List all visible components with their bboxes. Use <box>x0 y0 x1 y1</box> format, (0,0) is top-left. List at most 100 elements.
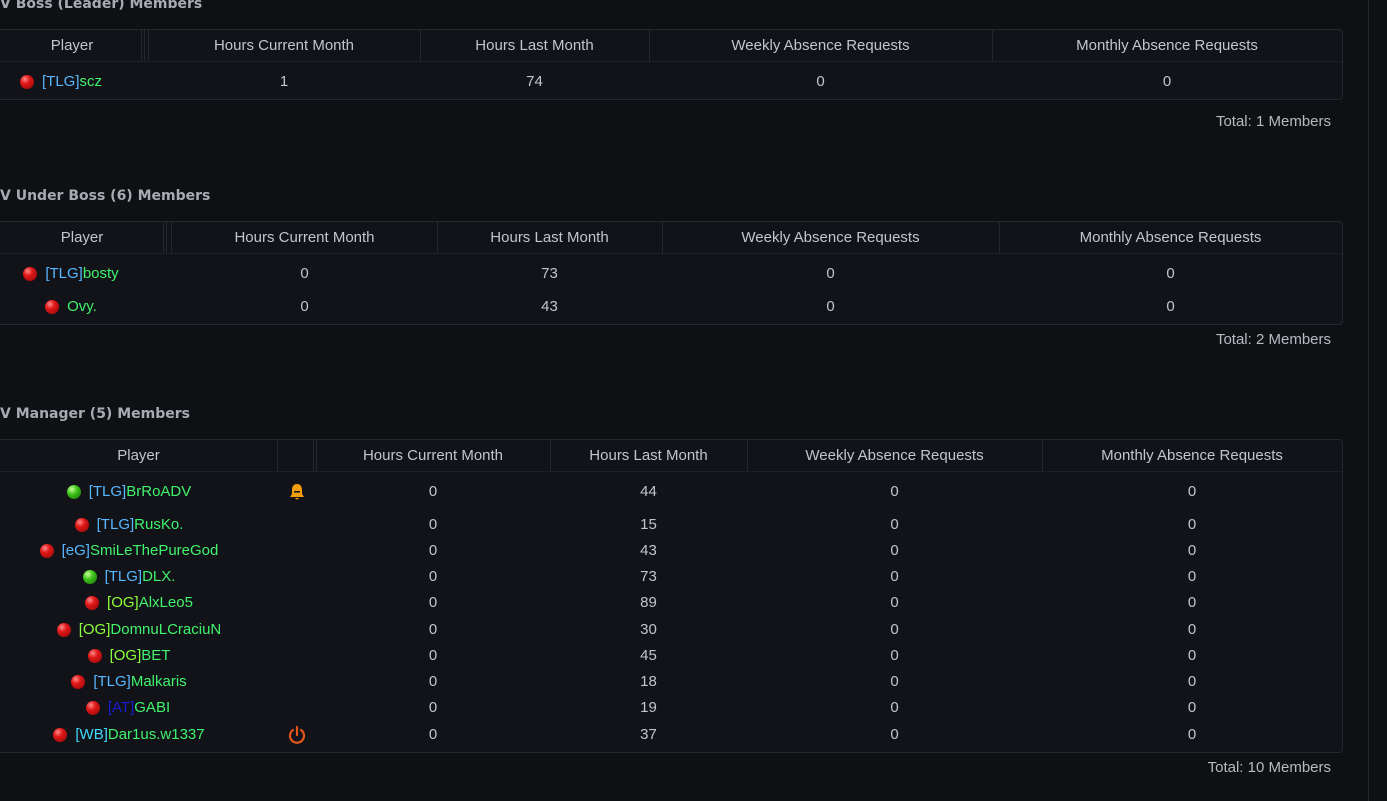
player-status-icon-cell <box>277 590 316 616</box>
column-divider[interactable] <box>992 30 993 61</box>
column-header[interactable]: Hours Last Month <box>420 30 649 61</box>
column-divider[interactable] <box>166 222 167 253</box>
column-divider[interactable] <box>999 222 1000 253</box>
column-header[interactable]: Hours Last Month <box>550 440 747 471</box>
player-cell[interactable]: [TLG] RusKo. <box>0 512 259 538</box>
player-cell[interactable]: [OG] AlxLeo5 <box>9 590 269 616</box>
player-name[interactable]: AlxLeo5 <box>139 590 193 616</box>
column-divider[interactable] <box>649 30 650 61</box>
column-header[interactable]: Monthly Absence Requests <box>992 30 1342 61</box>
table-row[interactable]: [TLG] scz 1 74 0 0 <box>0 69 1342 95</box>
hours-last-month-cell: 43 <box>640 542 657 559</box>
player-name[interactable]: SmiLeThePureGod <box>90 538 218 564</box>
column-header[interactable]: Hours Last Month <box>437 222 662 253</box>
offline-status-icon <box>39 544 54 558</box>
player-cell[interactable]: [WB] Dar1us.w1337 <box>0 722 259 748</box>
section-title: V Under Boss (6) Members <box>0 188 211 204</box>
column-header[interactable]: Player <box>0 30 144 61</box>
column-divider[interactable] <box>316 440 317 471</box>
column-divider[interactable] <box>662 222 663 253</box>
offline-status-icon <box>87 649 102 663</box>
table-row[interactable]: [eG] SmiLeThePureGod 0 43 0 0 <box>0 538 1342 564</box>
table-row[interactable]: [TLG] DLX. 0 73 0 0 <box>0 564 1342 590</box>
player-cell[interactable]: [OG] BET <box>0 643 259 669</box>
player-name[interactable]: bosty <box>83 261 119 287</box>
player-status-icon-cell <box>277 479 316 505</box>
player-cell[interactable]: [TLG] Malkaris <box>0 669 259 695</box>
column-header[interactable] <box>277 440 316 471</box>
player-name[interactable]: DomnuLCraciuN <box>110 617 221 643</box>
player-name[interactable]: Malkaris <box>131 669 187 695</box>
player-name[interactable]: Dar1us.w1337 <box>108 722 205 748</box>
column-divider[interactable] <box>420 30 421 61</box>
player-name[interactable]: GABI <box>134 695 170 721</box>
column-divider[interactable] <box>277 440 278 471</box>
column-divider[interactable] <box>747 440 748 471</box>
column-divider[interactable] <box>144 30 145 61</box>
player-status-icon-cell <box>277 512 316 538</box>
column-divider[interactable] <box>171 222 172 253</box>
column-header[interactable]: Hours Current Month <box>316 440 550 471</box>
hours-current-month-cell: 1 <box>279 73 289 90</box>
player-cell[interactable]: [TLG] BrRoADV <box>0 479 259 505</box>
hours-last-month-cell: 73 <box>541 265 558 282</box>
members-total: Total: 10 Members <box>1207 759 1331 776</box>
hours-last-month-cell: 74 <box>526 73 543 90</box>
column-divider[interactable] <box>313 440 314 471</box>
player-name[interactable]: Ovy. <box>67 294 97 320</box>
monthly-absence-cell: 0 <box>1166 298 1175 315</box>
column-header[interactable]: Monthly Absence Requests <box>1042 440 1342 471</box>
player-cell[interactable]: [OG] DomnuLCraciuN <box>9 617 269 643</box>
player-cell[interactable]: [TLG] DLX. <box>0 564 259 590</box>
table-row[interactable]: [TLG] RusKo. 0 15 0 0 <box>0 512 1342 538</box>
clan-tag: [eG] <box>61 542 90 559</box>
column-header[interactable]: Weekly Absence Requests <box>747 440 1042 471</box>
column-divider[interactable] <box>163 222 164 253</box>
hours-current-month-cell: 0 <box>428 647 438 664</box>
table-row[interactable]: Ovy. 0 43 0 0 <box>0 294 1342 320</box>
player-cell[interactable]: [AT] GABI <box>0 695 258 721</box>
table-row[interactable]: [OG] AlxLeo5 0 89 0 0 <box>0 590 1342 617</box>
player-name[interactable]: BET <box>141 643 170 669</box>
clan-tag: [OG] <box>107 594 139 611</box>
player-cell[interactable]: [TLG] bosty <box>0 261 201 287</box>
player-cell[interactable]: Ovy. <box>0 294 201 320</box>
monthly-absence-cell: 0 <box>1187 594 1197 611</box>
column-header[interactable]: Hours Current Month <box>172 222 437 253</box>
player-name[interactable]: RusKo. <box>134 512 183 538</box>
weekly-absence-cell: 0 <box>890 621 899 638</box>
hours-last-month-cell: 37 <box>640 726 657 743</box>
column-header[interactable]: Player <box>0 222 164 253</box>
column-header[interactable]: Monthly Absence Requests <box>999 222 1342 253</box>
table-row[interactable]: [WB] Dar1us.w1337 0 37 0 0 <box>0 722 1342 748</box>
table-row[interactable]: [OG] BET 0 45 0 0 <box>0 643 1342 669</box>
column-header[interactable]: Player <box>0 440 277 471</box>
page-scrollbar-track[interactable] <box>1368 0 1369 801</box>
hours-last-month-cell: 73 <box>640 568 657 585</box>
table-row[interactable]: [TLG] bosty 0 73 0 0 <box>0 261 1342 294</box>
table-row[interactable]: [TLG] Malkaris 0 18 0 0 <box>0 669 1342 695</box>
table-row[interactable]: [TLG] BrRoADV 0 44 0 0 <box>0 479 1342 512</box>
hours-current-month-cell: 0 <box>428 726 438 743</box>
offline-status-icon <box>85 596 100 610</box>
monthly-absence-cell: 0 <box>1187 699 1197 716</box>
player-name[interactable]: scz <box>80 69 103 95</box>
column-divider[interactable] <box>1042 440 1043 471</box>
column-header[interactable]: Hours Current Month <box>148 30 420 61</box>
player-cell[interactable]: [eG] SmiLeThePureGod <box>0 538 259 564</box>
player-name[interactable]: BrRoADV <box>126 479 191 505</box>
column-divider[interactable] <box>437 222 438 253</box>
column-divider[interactable] <box>550 440 551 471</box>
members-table: Player Hours Current Month Hours Last Mont… <box>0 221 1343 325</box>
column-header[interactable]: Weekly Absence Requests <box>649 30 992 61</box>
player-status-icon-cell <box>277 643 316 669</box>
weekly-absence-cell: 0 <box>890 568 899 585</box>
table-row[interactable]: [AT] GABI 0 19 0 0 <box>0 695 1342 722</box>
player-name[interactable]: DLX. <box>142 564 175 590</box>
column-header[interactable]: Weekly Absence Requests <box>662 222 999 253</box>
hours-last-month-cell: 19 <box>640 699 657 716</box>
hours-last-month-cell: 15 <box>640 516 657 533</box>
table-row[interactable]: [OG] DomnuLCraciuN 0 30 0 0 <box>0 617 1342 643</box>
column-divider[interactable] <box>141 30 142 61</box>
column-divider[interactable] <box>148 30 149 61</box>
